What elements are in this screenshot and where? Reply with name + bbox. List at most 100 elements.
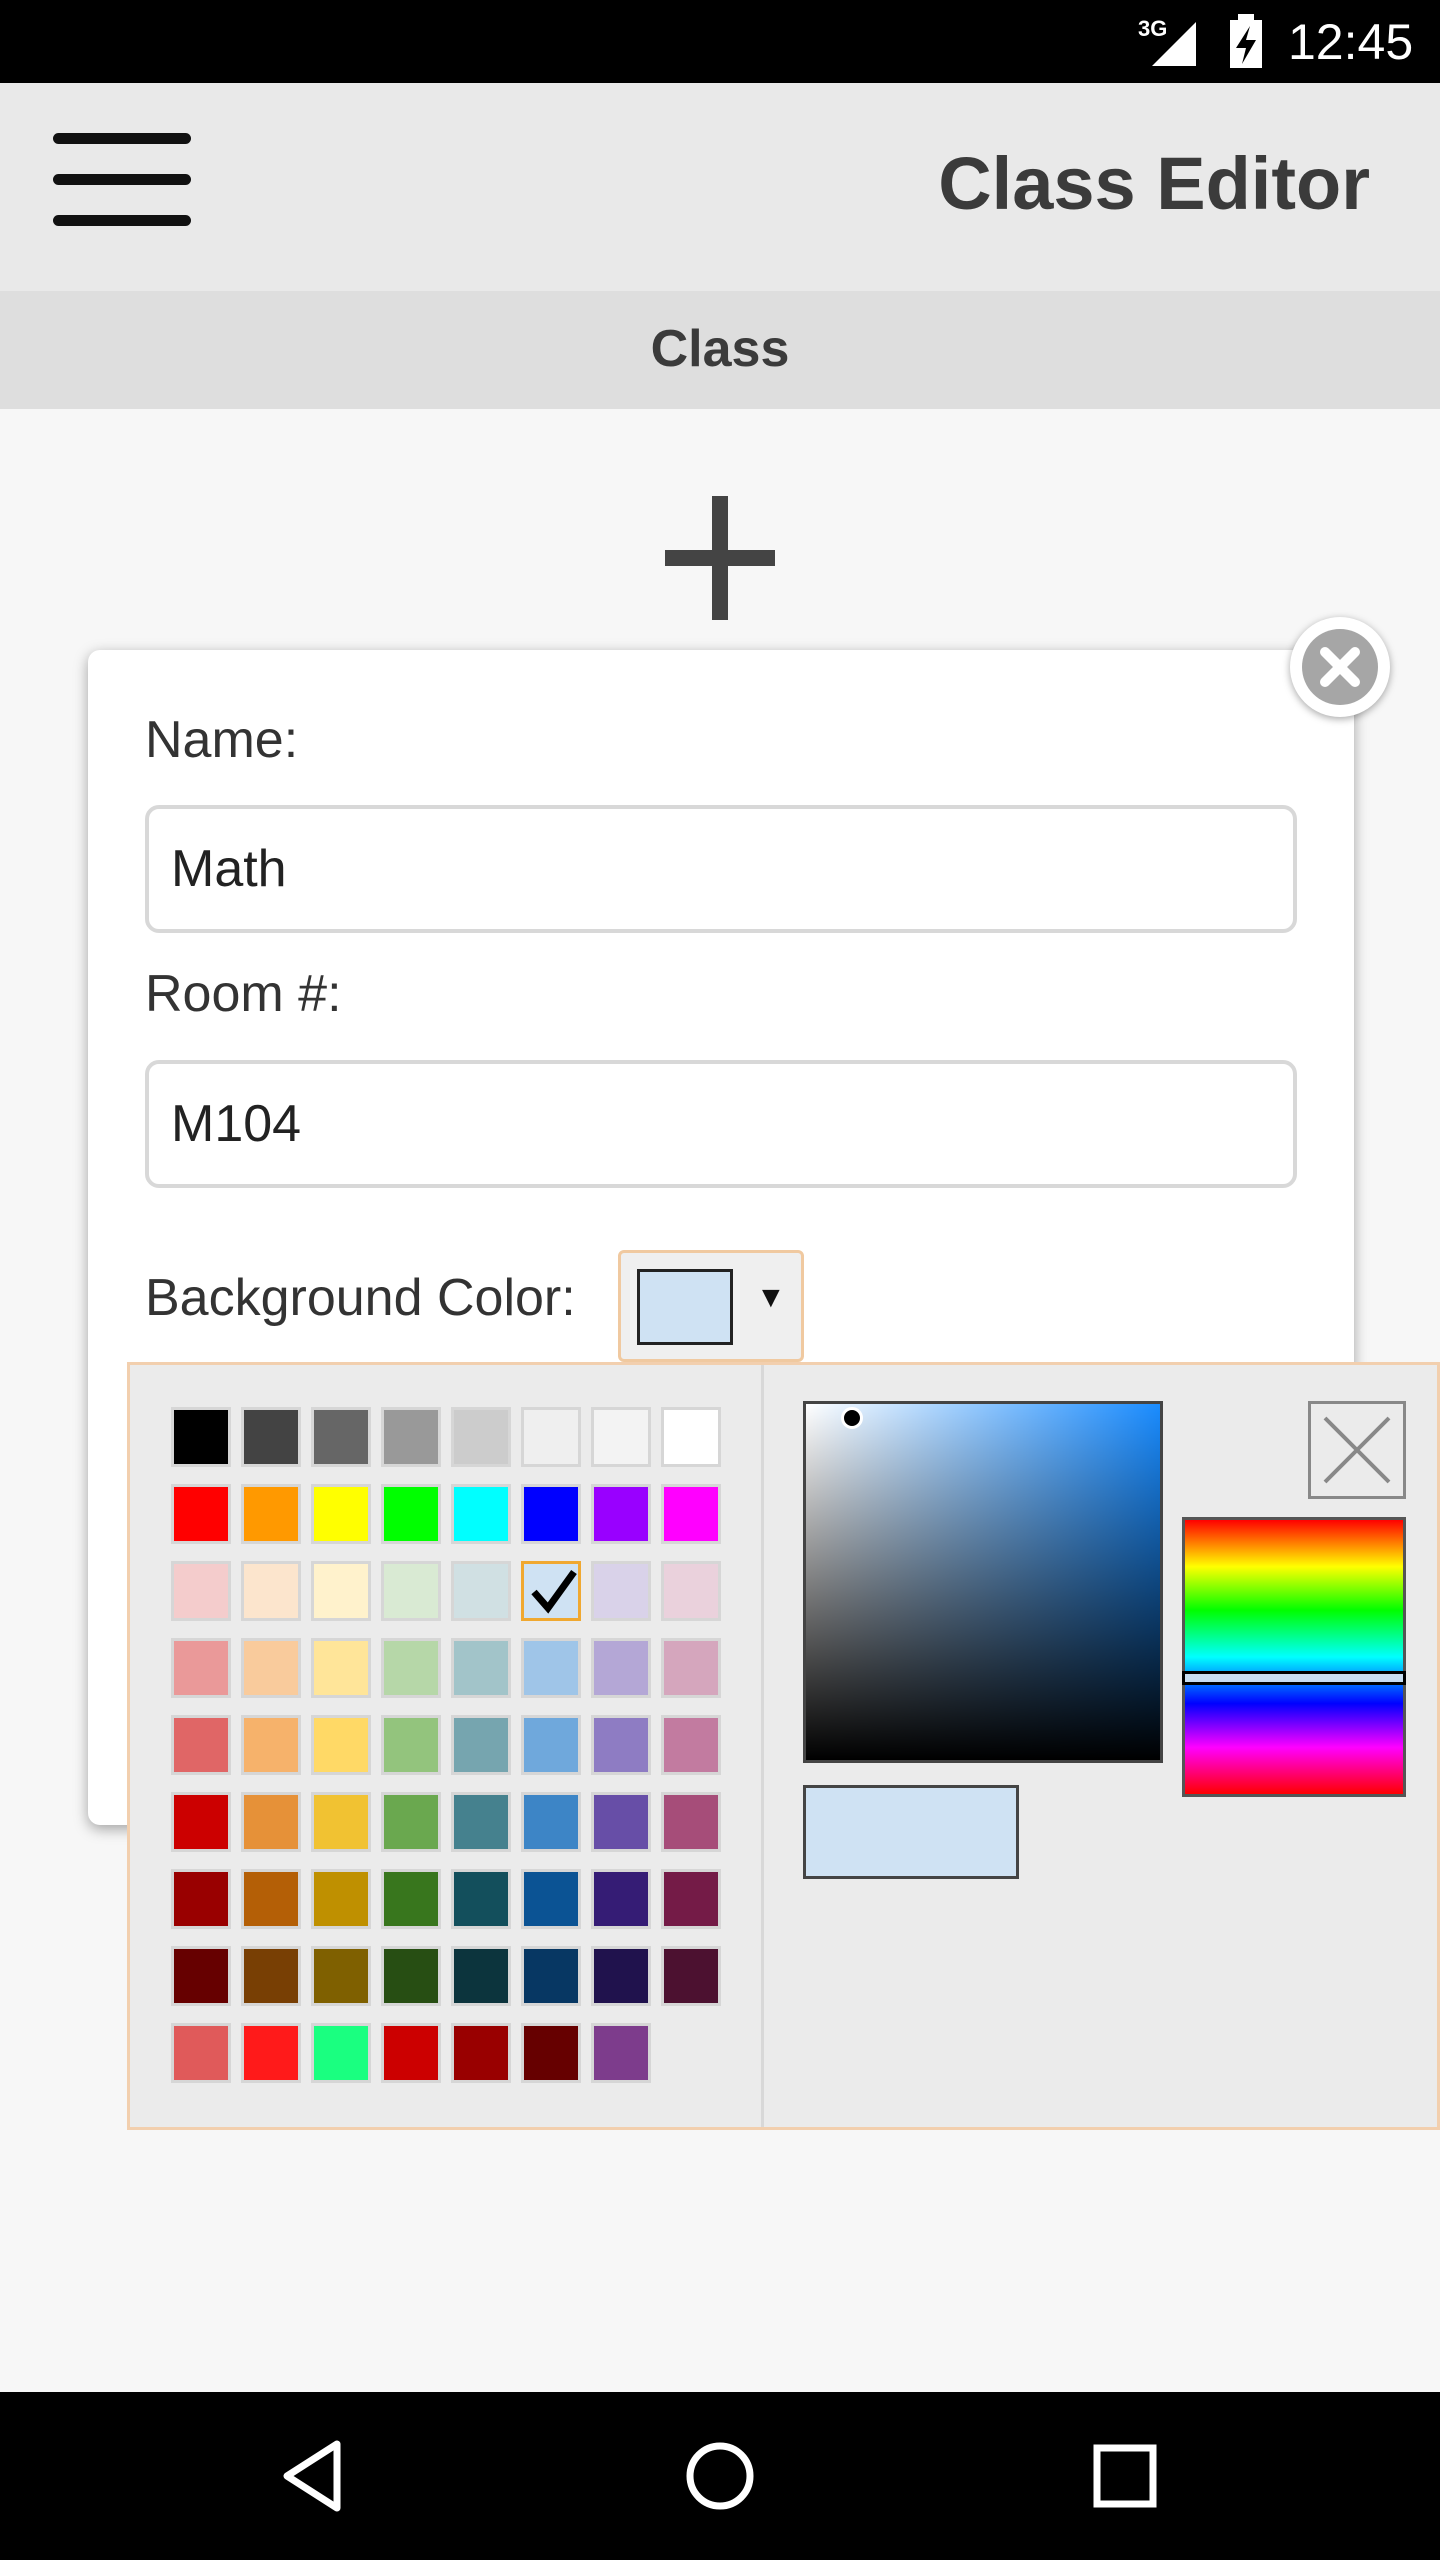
palette-color-cell[interactable]	[661, 1561, 721, 1621]
palette-color-cell[interactable]	[661, 1792, 721, 1852]
palette-color-cell[interactable]	[241, 1869, 301, 1929]
palette-color-cell[interactable]	[591, 1638, 651, 1698]
checkmark-icon	[531, 1569, 577, 1614]
section-title: Class	[650, 320, 790, 378]
page-title: Class Editor	[938, 142, 1370, 225]
palette-color-cell[interactable]	[451, 1484, 511, 1544]
palette-color-cell[interactable]	[241, 1792, 301, 1852]
palette-color-cell[interactable]	[311, 1484, 371, 1544]
palette-color-cell[interactable]	[451, 1946, 511, 2006]
palette-color-cell[interactable]	[381, 1484, 441, 1544]
palette-color-cell[interactable]	[451, 1792, 511, 1852]
saturation-value-area[interactable]	[803, 1401, 1163, 1763]
palette-color-cell[interactable]	[591, 1407, 651, 1467]
name-field[interactable]	[145, 805, 1297, 933]
palette-color-cell[interactable]	[311, 1946, 371, 2006]
palette-color-cell[interactable]	[171, 1869, 231, 1929]
palette-color-cell[interactable]	[241, 2023, 301, 2083]
palette-color-cell[interactable]	[171, 2023, 231, 2083]
home-icon[interactable]	[680, 2436, 760, 2516]
palette-color-cell[interactable]	[311, 1561, 371, 1621]
background-color-dropdown[interactable]: ▼	[618, 1250, 804, 1362]
palette-color-cell[interactable]	[171, 1792, 231, 1852]
recents-icon[interactable]	[1085, 2436, 1165, 2516]
signal-icon	[1152, 22, 1196, 66]
palette-color-cell[interactable]	[241, 1561, 301, 1621]
palette-color-cell[interactable]	[241, 1715, 301, 1775]
color-preview	[803, 1785, 1019, 1879]
navigation-bar	[0, 2392, 1440, 2560]
palette-color-cell[interactable]	[661, 1715, 721, 1775]
palette-color-cell[interactable]	[311, 2023, 371, 2083]
palette-color-cell[interactable]	[451, 1561, 511, 1621]
palette-color-cell[interactable]	[591, 1561, 651, 1621]
palette-color-cell[interactable]	[591, 1946, 651, 2006]
add-class-button[interactable]	[660, 496, 780, 620]
palette-color-cell[interactable]	[661, 1946, 721, 2006]
palette-color-cell[interactable]	[311, 1407, 371, 1467]
close-x-icon[interactable]	[1308, 1401, 1406, 1499]
palette-color-cell[interactable]	[661, 1869, 721, 1929]
palette-color-cell[interactable]	[241, 1638, 301, 1698]
hamburger-menu-icon[interactable]	[48, 133, 196, 233]
palette-color-cell[interactable]	[591, 1715, 651, 1775]
clock: 12:45	[1288, 14, 1414, 70]
palette-color-cell[interactable]	[241, 1484, 301, 1544]
palette-color-cell[interactable]	[171, 1638, 231, 1698]
app-bar: Class Editor	[0, 83, 1440, 291]
palette-color-cell[interactable]	[521, 1407, 581, 1467]
close-circle-icon[interactable]	[1290, 617, 1390, 717]
palette-color-cell[interactable]	[381, 1638, 441, 1698]
palette-color-cell[interactable]	[591, 1792, 651, 1852]
palette-color-cell[interactable]	[661, 1484, 721, 1544]
palette-color-cell[interactable]	[521, 1638, 581, 1698]
palette-color-cell[interactable]	[451, 1715, 511, 1775]
palette-color-cell[interactable]	[381, 1407, 441, 1467]
palette-color-cell[interactable]	[521, 1561, 581, 1621]
palette-color-cell[interactable]	[171, 1946, 231, 2006]
palette-color-cell[interactable]	[381, 1869, 441, 1929]
palette-color-cell[interactable]	[171, 1484, 231, 1544]
palette-color-cell[interactable]	[591, 2023, 651, 2083]
palette-color-cell[interactable]	[311, 1638, 371, 1698]
background-color-label: Background Color:	[145, 1269, 576, 1327]
name-label: Name:	[145, 711, 299, 769]
palette-color-cell[interactable]	[381, 1946, 441, 2006]
back-icon[interactable]	[275, 2436, 355, 2516]
palette-color-cell[interactable]	[591, 1484, 651, 1544]
palette-color-cell[interactable]	[381, 1561, 441, 1621]
palette-color-cell[interactable]	[521, 1792, 581, 1852]
palette-color-cell[interactable]	[521, 1484, 581, 1544]
palette-color-cell[interactable]	[451, 1869, 511, 1929]
palette-color-cell[interactable]	[521, 1715, 581, 1775]
palette-color-cell[interactable]	[381, 1792, 441, 1852]
hue-slider-thumb[interactable]	[1182, 1671, 1406, 1685]
palette-color-cell[interactable]	[311, 1792, 371, 1852]
palette-color-cell[interactable]	[591, 1869, 651, 1929]
palette-color-cell[interactable]	[311, 1715, 371, 1775]
palette-color-cell[interactable]	[521, 1869, 581, 1929]
palette-color-cell[interactable]	[171, 1561, 231, 1621]
palette-color-cell[interactable]	[451, 1407, 511, 1467]
room-field[interactable]	[145, 1060, 1297, 1188]
section-header: Class	[0, 291, 1440, 409]
battery-charging-icon	[1230, 14, 1262, 68]
saturation-value-thumb[interactable]	[841, 1407, 863, 1429]
palette-color-cell[interactable]	[241, 1946, 301, 2006]
selected-color-swatch	[637, 1269, 733, 1345]
palette-color-cell[interactable]	[241, 1407, 301, 1467]
palette-color-cell[interactable]	[381, 2023, 441, 2083]
palette-color-cell[interactable]	[311, 1869, 371, 1929]
hue-slider[interactable]	[1182, 1517, 1406, 1797]
palette-color-cell[interactable]	[381, 1715, 441, 1775]
palette-color-cell[interactable]	[521, 2023, 581, 2083]
palette-color-cell[interactable]	[171, 1715, 231, 1775]
color-picker	[127, 1362, 1440, 2130]
palette-color-cell[interactable]	[661, 1638, 721, 1698]
palette-color-cell[interactable]	[451, 2023, 511, 2083]
palette-color-cell[interactable]	[521, 1946, 581, 2006]
palette-color-cell[interactable]	[451, 1638, 511, 1698]
palette-color-cell[interactable]	[171, 1407, 231, 1467]
palette-color-cell[interactable]	[661, 1407, 721, 1467]
status-bar: 3G 12:45	[0, 0, 1440, 83]
